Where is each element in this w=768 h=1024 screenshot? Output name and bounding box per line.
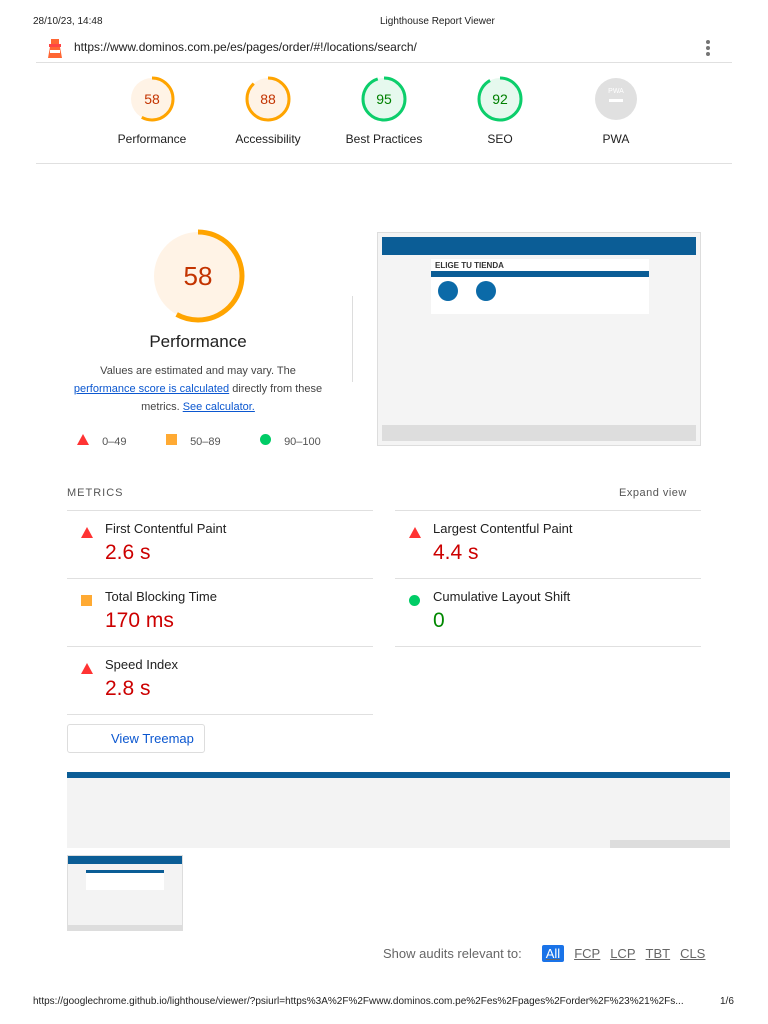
score-calculated-link[interactable]: performance score is calculated <box>74 383 229 395</box>
print-datetime: 28/10/23, 14:48 <box>33 16 103 27</box>
legend-average: 50–89 <box>166 434 221 448</box>
gauge-seo[interactable]: 92 SEO <box>450 76 550 146</box>
full-page-screenshot <box>67 772 730 848</box>
gauge-score: 92 <box>492 91 508 107</box>
metric-value: 2.8 s <box>105 677 151 700</box>
gauge-ring: 88 <box>245 76 291 122</box>
metric-speed-index: Speed Index 2.8 s <box>67 647 373 715</box>
metric-total-blocking-time: Total Blocking Time 170 ms <box>67 579 373 647</box>
metric-name: First Contentful Paint <box>105 521 227 536</box>
legend-label: 90–100 <box>284 436 321 448</box>
desc-text: metrics. <box>141 401 180 413</box>
metric-cumulative-layout-shift: Cumulative Layout Shift 0 <box>395 579 701 647</box>
gauge-label: PWA <box>602 132 630 146</box>
divider <box>36 163 732 164</box>
metric-name: Speed Index <box>105 657 179 672</box>
gauge-best-practices[interactable]: 95 Best Practices <box>334 76 434 146</box>
metric-name: Total Blocking Time <box>105 589 217 604</box>
page-number: 1/6 <box>720 996 734 1007</box>
divider <box>36 62 732 63</box>
filter-tbt[interactable]: TBT <box>646 946 671 961</box>
audit-filter: Show audits relevant to: All FCP LCP TBT CLS <box>383 945 705 962</box>
square-icon <box>166 434 177 445</box>
desc-text: directly from these <box>232 383 323 395</box>
report-url[interactable]: https://www.dominos.com.pe/es/pages/orde… <box>74 40 417 54</box>
footer-url: https://googlechrome.github.io/lighthous… <box>33 996 684 1007</box>
performance-gauge: 58 <box>151 229 245 323</box>
gauge-label: Best Practices <box>345 132 423 146</box>
pwa-badge-text: PWA <box>608 88 624 95</box>
average-square-icon <box>81 595 92 606</box>
filter-all[interactable]: All <box>541 945 565 962</box>
gauge-label: Performance <box>117 132 187 146</box>
metric-name: Cumulative Layout Shift <box>433 589 571 604</box>
pass-circle-icon <box>409 595 420 606</box>
legend-label: 50–89 <box>190 436 221 448</box>
circle-icon <box>260 434 271 445</box>
desc-text: Values are estimated and may vary. The <box>100 365 296 377</box>
gauge-ring: 92 <box>477 76 523 122</box>
view-treemap-button[interactable]: View Treemap <box>67 724 205 753</box>
filter-cls[interactable]: CLS <box>680 946 705 961</box>
metric-value: 4.4 s <box>433 541 479 564</box>
metrics-title: METRICS <box>67 487 124 499</box>
metric-first-contentful-paint: First Contentful Paint 2.6 s <box>67 511 373 579</box>
see-calculator-link[interactable]: See calculator. <box>183 401 255 413</box>
divider <box>352 296 353 382</box>
performance-title: Performance <box>149 332 247 351</box>
gauge-score: 58 <box>144 91 160 107</box>
metric-largest-contentful-paint: Largest Contentful Paint 4.4 s <box>395 511 701 579</box>
filter-label: Show audits relevant to: <box>383 946 522 961</box>
final-screenshot[interactable]: ELIGE TU TIENDA <box>377 232 701 446</box>
site-heading: ELIGE TU TIENDA <box>435 261 504 270</box>
gauge-label: SEO <box>487 132 513 146</box>
pickup-icon <box>476 281 497 301</box>
more-menu-icon[interactable] <box>704 40 712 58</box>
delivery-icon <box>438 281 458 301</box>
gauge-accessibility[interactable]: 88 Accessibility <box>218 76 318 146</box>
fail-triangle-icon <box>81 527 93 538</box>
filmstrip-thumbnail <box>67 855 183 931</box>
fail-triangle-icon <box>409 527 421 538</box>
metric-value: 2.6 s <box>105 541 151 564</box>
metric-value: 170 ms <box>105 609 174 632</box>
site-footer <box>382 425 696 441</box>
gauge-ring: PWA <box>595 78 637 120</box>
gauge-score: 88 <box>260 91 276 107</box>
filter-lcp[interactable]: LCP <box>610 946 635 961</box>
gauge-pwa[interactable]: PWA PWA <box>566 76 666 146</box>
expand-view-toggle[interactable]: Expand view <box>619 487 687 499</box>
metric-value: 0 <box>433 609 445 632</box>
filter-fcp[interactable]: FCP <box>574 946 600 961</box>
site-header <box>382 237 696 255</box>
print-title: Lighthouse Report Viewer <box>380 16 495 27</box>
gauge-score: 95 <box>376 91 392 107</box>
metric-name: Largest Contentful Paint <box>433 521 573 536</box>
legend-pass: 90–100 <box>260 434 321 448</box>
legend-fail: 0–49 <box>77 434 127 448</box>
performance-description: Values are estimated and may vary. The p… <box>60 362 336 416</box>
fail-triangle-icon <box>81 663 93 674</box>
triangle-icon <box>77 434 89 445</box>
gauge-ring: 58 <box>129 76 175 122</box>
gauge-performance[interactable]: 58 Performance <box>102 76 202 146</box>
performance-score: 58 <box>184 261 213 291</box>
gauge-label: Accessibility <box>235 132 301 146</box>
gauge-ring: 95 <box>361 76 407 122</box>
lighthouse-logo-icon <box>48 39 62 58</box>
legend-label: 0–49 <box>102 436 127 448</box>
